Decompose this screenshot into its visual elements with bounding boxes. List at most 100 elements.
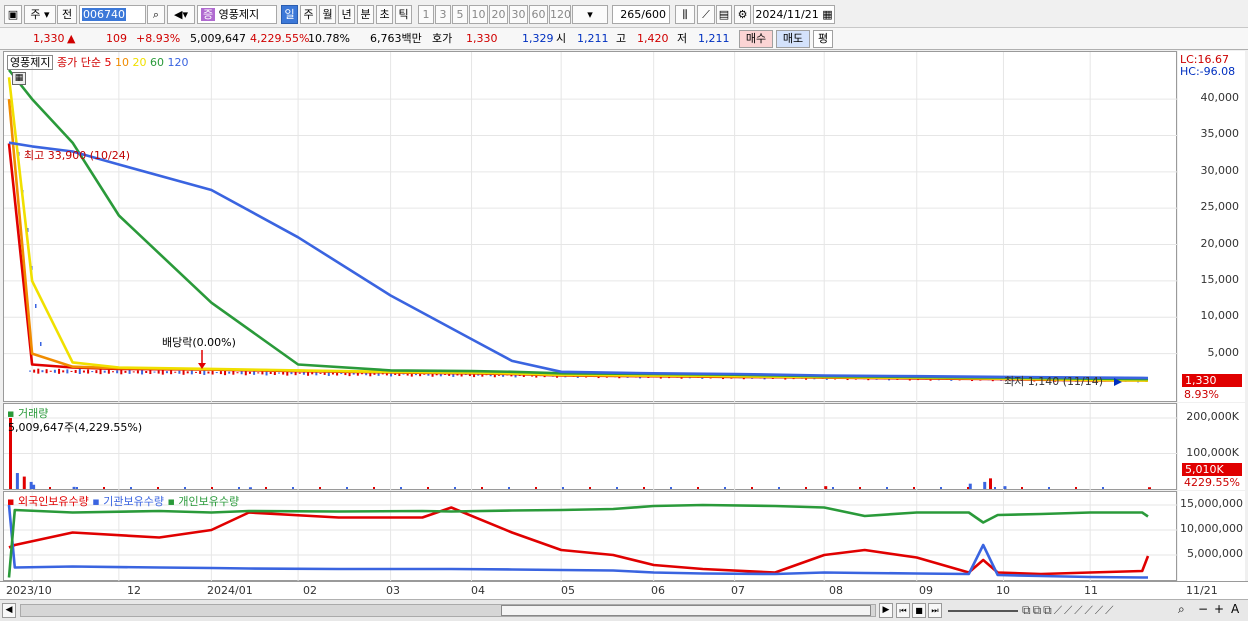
stock-name-box[interactable]: 증 영풍제지: [197, 5, 277, 24]
interval-tab-2[interactable]: 5: [452, 5, 468, 24]
mode-select[interactable]: 주 ▾: [24, 5, 56, 24]
volume-bar: [238, 487, 240, 489]
forward-icon[interactable]: ⏭: [928, 603, 942, 618]
scroll-thumb[interactable]: [501, 605, 871, 616]
period-tab-3[interactable]: 년: [338, 5, 355, 24]
code-input[interactable]: 006740: [79, 5, 146, 24]
x-tick-12: 11: [1084, 584, 1098, 597]
volume-bar: [562, 487, 564, 489]
candle: [87, 369, 90, 374]
candle: [124, 370, 127, 373]
interval-tab-7[interactable]: 120: [549, 5, 571, 24]
interval-tab-3[interactable]: 10: [469, 5, 488, 24]
zoom-in-icon[interactable]: +: [1214, 602, 1228, 618]
sell-button[interactable]: 매도: [776, 30, 810, 48]
period-tab-5[interactable]: 초: [376, 5, 393, 24]
period-tab-6[interactable]: 틱: [395, 5, 412, 24]
holding-legend-0: ▪ 외국인보유수량: [7, 495, 89, 508]
candle: [33, 369, 36, 373]
gear-icon[interactable]: ⚙: [734, 5, 751, 24]
period-tab-4[interactable]: 분: [357, 5, 374, 24]
count-input[interactable]: 265/600: [612, 5, 670, 24]
font-icon[interactable]: A: [1231, 602, 1245, 618]
hoga-label: 호가: [432, 32, 453, 45]
x-tick-7: 06: [651, 584, 665, 597]
candle: [236, 372, 239, 374]
volume-bar: [157, 487, 159, 489]
candle: [195, 371, 197, 373]
rewind-icon[interactable]: ⏮: [896, 603, 910, 618]
date-value: 2024/11/21: [755, 8, 819, 21]
candle: [232, 370, 235, 375]
interval-tab-5[interactable]: 30: [509, 5, 528, 24]
holding-tick: 10,000,000: [1180, 522, 1243, 535]
volume-bar: [130, 487, 132, 489]
change-value: 109: [106, 32, 127, 45]
period-tab-1[interactable]: 주: [300, 5, 317, 24]
candle: [211, 370, 214, 375]
candle: [290, 372, 293, 375]
eval-button[interactable]: 평: [813, 30, 833, 48]
volume-panel: ▪ 거래량 5,009,647주(4,229.55%): [3, 403, 1178, 491]
hc-value: HC:-96.08: [1180, 65, 1236, 78]
low-value: 1,211: [698, 32, 730, 45]
grid-icon[interactable]: ▦: [12, 72, 26, 85]
price-panel: 최고 33,900 (10/24) 배당락(0.00%) 최저 1,140 (11/…: [3, 51, 1178, 403]
volume-bar: [211, 487, 213, 489]
interval-tab-4[interactable]: 20: [489, 5, 508, 24]
holding-tick: 5,000,000: [1187, 547, 1243, 560]
volume-bar: [940, 487, 942, 489]
window-menu-icon[interactable]: ▣: [4, 5, 22, 24]
search-icon[interactable]: ⌕: [147, 5, 165, 24]
count-value: 265: [620, 8, 642, 21]
volume-bar: [508, 487, 510, 489]
volume-bar: [994, 487, 996, 489]
candle-icon[interactable]: ⫼: [675, 5, 695, 24]
interval-tab-1[interactable]: 3: [435, 5, 451, 24]
sound-icon[interactable]: ◀▾: [167, 5, 195, 24]
volume-bar: [72, 486, 76, 489]
price-tick: 30,000: [1200, 163, 1240, 177]
drawing-tools[interactable]: ⧉⧉⧉⟋⟋⟋⟋⟋⟋: [1022, 603, 1172, 619]
volume-bar: [76, 487, 78, 489]
scroll-track[interactable]: [20, 604, 876, 617]
volume-bar: [32, 484, 36, 489]
scroll-left-icon[interactable]: ◀: [2, 603, 16, 618]
candle: [66, 369, 69, 374]
save-icon[interactable]: ▤: [716, 5, 732, 24]
date-input[interactable]: 2024/11/21 ▦: [753, 5, 835, 24]
x-axis: 2023/10 12 2024/01 02 03 04 05 06 07 08 09 10 11 11/2…: [0, 581, 1248, 599]
prev-button[interactable]: 전: [57, 5, 77, 24]
count-total: /600: [641, 8, 666, 21]
change-arrow: ▲: [67, 32, 76, 45]
price-chart: 최고 33,900 (10/24) 배당락(0.00%) 최저 1,140 (11/…: [4, 52, 1178, 403]
period-tab-2[interactable]: 월: [319, 5, 336, 24]
x-tick-4: 03: [386, 584, 400, 597]
high-value: 1,420: [637, 32, 669, 45]
zoom-out-icon[interactable]: −: [1198, 602, 1212, 618]
x-tick-3: 02: [303, 584, 317, 597]
interval-tab-6[interactable]: 60: [529, 5, 548, 24]
candle: [145, 371, 148, 374]
open-value: 1,211: [577, 32, 609, 45]
buy-button[interactable]: 매수: [739, 30, 773, 48]
candle: [136, 370, 139, 374]
interval-tab-0[interactable]: 1: [418, 5, 434, 24]
holding-panel: ▪ 외국인보유수량 ▪ 기관보유수량 ▪ 개인보유수량: [3, 491, 1178, 582]
candle: [45, 369, 48, 374]
scroll-right-icon[interactable]: ▶: [879, 603, 893, 618]
vol-tag: 5,010K: [1182, 463, 1242, 476]
candle: [178, 370, 181, 374]
speed-slider[interactable]: [948, 610, 1018, 612]
pct-tag: 8.93%: [1184, 388, 1219, 401]
volume-bar: [886, 487, 888, 489]
stop-icon[interactable]: ■: [912, 603, 926, 618]
period-tab-0[interactable]: 일: [281, 5, 298, 24]
volume-bar: [346, 487, 348, 489]
candle: [82, 370, 85, 373]
volume-bar: [1102, 487, 1104, 489]
low-label: 저: [677, 32, 688, 45]
line-tool-icon[interactable]: ⟋: [697, 5, 715, 24]
zoom-icon[interactable]: ⌕: [1178, 602, 1196, 618]
interval-dropdown[interactable]: ▾: [572, 5, 608, 24]
